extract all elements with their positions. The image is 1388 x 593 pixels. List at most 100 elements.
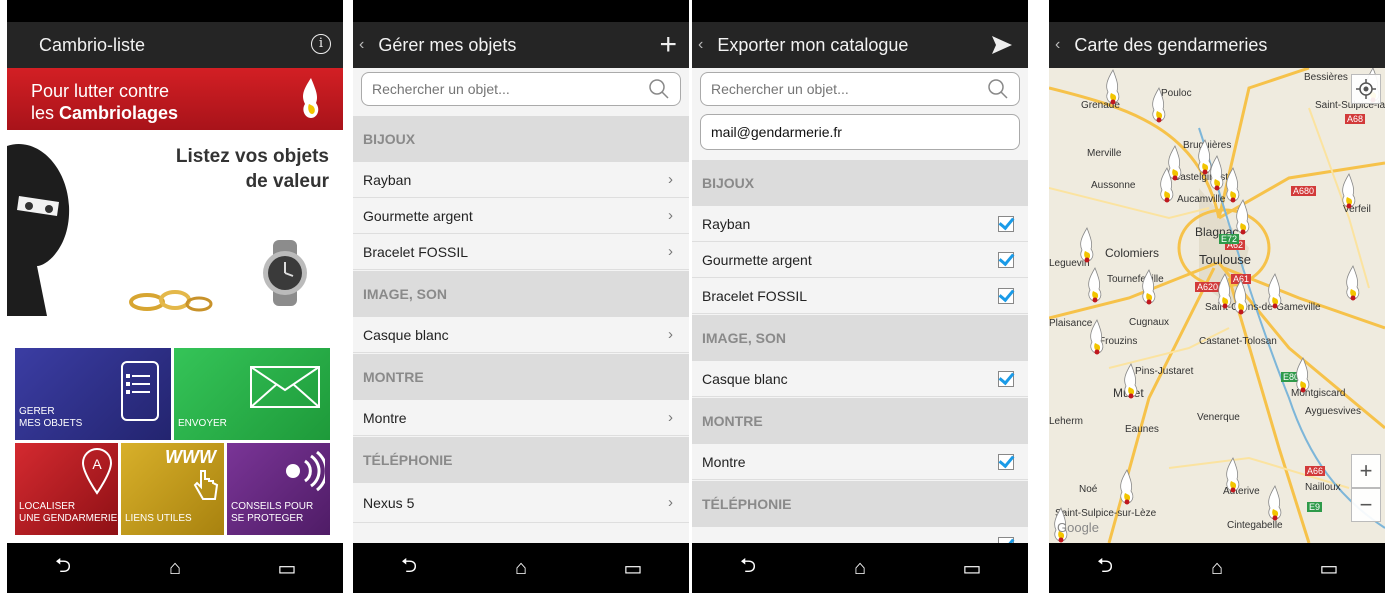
checkbox-checked[interactable] bbox=[998, 454, 1014, 470]
crosshair-icon bbox=[1356, 79, 1376, 99]
tile-safety-advice[interactable]: CONSEILS POUR SE PROTEGER bbox=[227, 443, 330, 535]
zoom-out-button[interactable]: − bbox=[1351, 488, 1381, 522]
objects-list: BIJOUX Rayban › Gourmette argent › Bracele… bbox=[353, 68, 689, 543]
email-field[interactable] bbox=[711, 124, 971, 140]
gendarmerie-marker-icon[interactable] bbox=[1218, 273, 1232, 309]
back-chevron-icon[interactable]: ‹ bbox=[698, 36, 703, 54]
search-icon[interactable] bbox=[987, 78, 1009, 100]
home-nav-icon[interactable]: ⌂ bbox=[1197, 557, 1237, 580]
gendarmerie-marker-icon[interactable] bbox=[1236, 199, 1250, 235]
item-label: Rayban bbox=[702, 216, 751, 232]
system-nav-bar: ⮌ ⌂ ▭ bbox=[7, 543, 343, 593]
recents-nav-icon[interactable]: ▭ bbox=[952, 556, 992, 581]
list-item[interactable]: Casque blanc › bbox=[353, 317, 689, 353]
send-icon[interactable] bbox=[992, 36, 1012, 54]
status-bar bbox=[7, 0, 343, 22]
recents-nav-icon[interactable]: ▭ bbox=[1309, 556, 1349, 581]
gendarmerie-marker-icon[interactable] bbox=[1124, 363, 1138, 399]
item-label: Montre bbox=[363, 410, 407, 426]
list-item[interactable]: Bracelet FOSSIL › bbox=[353, 234, 689, 270]
gendarmerie-marker-icon[interactable] bbox=[1198, 139, 1212, 175]
back-chevron-icon[interactable]: ‹ bbox=[359, 36, 364, 54]
recents-nav-icon[interactable]: ▭ bbox=[267, 556, 307, 581]
chevron-right-icon: › bbox=[668, 243, 673, 260]
checkbox-checked[interactable] bbox=[998, 252, 1014, 268]
tile-useful-links[interactable]: WWW LIENS UTILES bbox=[121, 443, 224, 535]
search-box[interactable] bbox=[700, 72, 1020, 106]
gendarmerie-marker-icon[interactable] bbox=[1168, 145, 1182, 181]
list-item[interactable]: Rayban › bbox=[353, 162, 689, 198]
checkbox-checked[interactable] bbox=[998, 288, 1014, 304]
gendarmerie-marker-icon[interactable] bbox=[1088, 267, 1102, 303]
tile-manage-line1: GERER bbox=[19, 406, 55, 417]
list-item[interactable]: Bracelet FOSSIL bbox=[692, 278, 1028, 314]
home-nav-icon[interactable]: ⌂ bbox=[501, 557, 541, 580]
checkbox-checked[interactable] bbox=[998, 371, 1014, 387]
chevron-right-icon: › bbox=[668, 409, 673, 426]
phone-export-catalog-screen: ‹ Exporter mon catalogue BIJOUX Rayban G… bbox=[692, 0, 1028, 593]
gendarmerie-map[interactable]: Bessières Grenade Pouloc Saint-Sulpice-l… bbox=[1049, 68, 1385, 543]
screen-title: Gérer mes objets bbox=[378, 34, 517, 55]
phone-home-screen: Cambrio-liste i Pour lutter contre les C… bbox=[7, 0, 343, 593]
home-tiles: GERER MES OBJETS ENVOYER A LOCALISER UNE G… bbox=[7, 328, 343, 543]
item-label: Bracelet FOSSIL bbox=[363, 244, 469, 260]
search-input[interactable] bbox=[711, 81, 971, 97]
back-nav-icon[interactable]: ⮌ bbox=[43, 551, 83, 585]
back-chevron-icon[interactable]: ‹ bbox=[1055, 36, 1060, 54]
status-bar bbox=[692, 0, 1028, 22]
tile-manage-objects[interactable]: GERER MES OBJETS bbox=[15, 348, 171, 440]
my-location-button[interactable] bbox=[1351, 74, 1381, 104]
gendarmerie-marker-icon[interactable] bbox=[1210, 155, 1224, 191]
list-item[interactable]: Nexus 5 › bbox=[353, 483, 689, 523]
gendarmerie-marker-icon[interactable] bbox=[1090, 319, 1104, 355]
gendarmerie-marker-icon[interactable] bbox=[1142, 269, 1156, 305]
email-box[interactable] bbox=[700, 114, 1020, 150]
zoom-in-button[interactable]: + bbox=[1351, 454, 1381, 488]
gendarmerie-marker-icon[interactable] bbox=[1268, 273, 1282, 309]
list-item[interactable]: Montre bbox=[692, 444, 1028, 480]
section-header: IMAGE, SON bbox=[353, 271, 689, 317]
search-box[interactable] bbox=[361, 72, 681, 106]
recents-nav-icon[interactable]: ▭ bbox=[613, 556, 653, 581]
checkbox-checked[interactable] bbox=[998, 216, 1014, 232]
list-item[interactable]: Montre › bbox=[353, 400, 689, 436]
home-nav-icon[interactable]: ⌂ bbox=[155, 557, 195, 580]
gendarmerie-marker-icon[interactable] bbox=[1346, 265, 1360, 301]
tile-links-label: LIENS UTILES bbox=[125, 513, 192, 524]
gendarmerie-marker-icon[interactable] bbox=[1152, 87, 1166, 123]
gendarmerie-marker-icon[interactable] bbox=[1268, 485, 1282, 521]
chevron-right-icon: › bbox=[668, 171, 673, 188]
gendarmerie-marker-icon[interactable] bbox=[1234, 279, 1248, 315]
chevron-right-icon: › bbox=[668, 326, 673, 343]
phone-map-screen: ‹ Carte des gendarmeries Bessières Grena… bbox=[1049, 0, 1385, 593]
info-icon[interactable]: i bbox=[311, 34, 331, 54]
jewelry-icon bbox=[129, 290, 213, 312]
list-item[interactable] bbox=[692, 527, 1028, 543]
section-header: BIJOUX bbox=[692, 160, 1028, 206]
add-icon[interactable]: + bbox=[659, 28, 677, 62]
gendarmerie-marker-icon[interactable] bbox=[1296, 357, 1310, 393]
tile-send[interactable]: ENVOYER bbox=[174, 348, 330, 440]
list-item[interactable]: Gourmette argent bbox=[692, 242, 1028, 278]
gendarmerie-marker-icon[interactable] bbox=[1080, 227, 1094, 263]
gendarmerie-marker-icon[interactable] bbox=[1226, 457, 1240, 493]
tile-locate-line1: LOCALISER bbox=[19, 501, 76, 512]
flame-logo-icon bbox=[303, 78, 319, 118]
home-nav-icon[interactable]: ⌂ bbox=[840, 557, 880, 580]
tile-locate-gendarmerie[interactable]: A LOCALISER UNE GENDARMERIE bbox=[15, 443, 118, 535]
list-item[interactable]: Rayban bbox=[692, 206, 1028, 242]
search-input[interactable] bbox=[372, 81, 632, 97]
system-nav-bar: ⮌ ⌂ ▭ bbox=[1049, 543, 1385, 593]
gendarmerie-marker-icon[interactable] bbox=[1106, 69, 1120, 105]
list-item[interactable]: Casque blanc bbox=[692, 361, 1028, 397]
status-bar bbox=[353, 0, 689, 22]
chevron-right-icon: › bbox=[668, 494, 673, 511]
gendarmerie-marker-icon[interactable] bbox=[1226, 167, 1240, 203]
gendarmerie-marker-icon[interactable] bbox=[1120, 469, 1134, 505]
back-nav-icon[interactable]: ⮌ bbox=[389, 551, 429, 585]
search-icon[interactable] bbox=[648, 78, 670, 100]
list-item[interactable]: Gourmette argent › bbox=[353, 198, 689, 234]
back-nav-icon[interactable]: ⮌ bbox=[1085, 551, 1125, 585]
back-nav-icon[interactable]: ⮌ bbox=[728, 551, 768, 585]
gendarmerie-marker-icon[interactable] bbox=[1342, 173, 1356, 209]
